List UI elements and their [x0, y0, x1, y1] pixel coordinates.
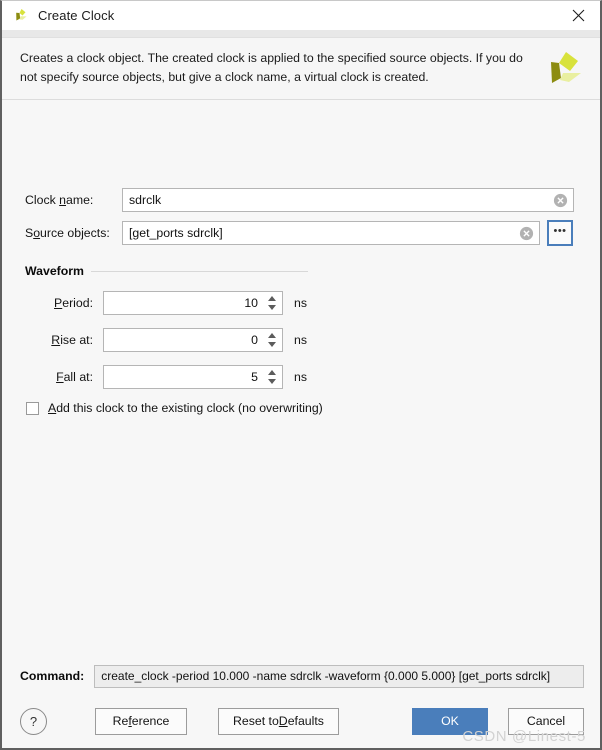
- fall-at-stepper[interactable]: [264, 366, 280, 388]
- clock-name-row: Clock name: sdrclk: [25, 188, 574, 212]
- rise-at-unit: ns: [294, 333, 307, 347]
- title-bar: Create Clock: [2, 1, 600, 30]
- period-value: 10: [244, 296, 258, 310]
- rise-at-value: 0: [251, 333, 258, 347]
- titlebar-separator: [2, 30, 600, 38]
- add-to-existing-clock-row[interactable]: Add this clock to the existing clock (no…: [26, 401, 323, 415]
- command-bar: Command: create_clock -period 10.000 -na…: [2, 658, 600, 694]
- period-label: Period:: [54, 296, 93, 310]
- help-button[interactable]: ?: [20, 707, 47, 735]
- clock-name-value: sdrclk: [129, 193, 162, 207]
- browse-source-objects-button[interactable]: •••: [547, 220, 573, 246]
- fall-at-decrement-icon[interactable]: [268, 379, 276, 384]
- rise-at-row: Rise at: 0 ns: [25, 328, 308, 352]
- period-increment-icon[interactable]: [268, 296, 276, 301]
- period-row: Period: 10 ns: [25, 291, 308, 315]
- ok-button[interactable]: OK: [412, 707, 488, 735]
- command-value: create_clock -period 10.000 -name sdrclk…: [94, 664, 584, 688]
- add-to-existing-clock-checkbox[interactable]: [26, 401, 39, 415]
- reset-to-defaults-button[interactable]: Reset to Defaults: [218, 707, 339, 735]
- source-objects-value: [get_ports sdrclk]: [129, 226, 223, 240]
- vivado-logo-icon: [13, 8, 29, 24]
- waveform-group-title: Waveform: [25, 264, 84, 278]
- window-title: Create Clock: [38, 8, 115, 23]
- source-objects-row: Source objects: [get_ports sdrclk] •••: [25, 220, 573, 246]
- fall-at-spinner[interactable]: 5: [103, 365, 283, 389]
- waveform-group: Waveform Period: 10 ns Rise at: 0 ns Fal…: [25, 264, 308, 389]
- period-unit: ns: [294, 296, 307, 310]
- reference-button[interactable]: Re f erence: [95, 707, 187, 735]
- rise-at-label: Rise at:: [51, 333, 93, 347]
- command-label: Command:: [20, 669, 85, 683]
- waveform-group-header: Waveform: [25, 264, 308, 278]
- clear-clock-name-icon[interactable]: [553, 193, 568, 208]
- dialog-body: Clock name: sdrclk Source objects: [get_…: [2, 100, 600, 658]
- rise-at-stepper[interactable]: [264, 329, 280, 351]
- fall-at-label: Fall at:: [56, 370, 93, 384]
- period-stepper[interactable]: [264, 292, 280, 314]
- add-to-existing-clock-label: Add this clock to the existing clock (no…: [48, 401, 323, 415]
- waveform-group-rule: [91, 270, 308, 272]
- clock-name-label: Clock name:: [25, 193, 94, 207]
- rise-at-increment-icon[interactable]: [268, 333, 276, 338]
- dialog-header: Creates a clock object. The created cloc…: [2, 38, 600, 100]
- rise-at-decrement-icon[interactable]: [268, 342, 276, 347]
- source-objects-label: Source objects:: [25, 226, 110, 240]
- fall-at-increment-icon[interactable]: [268, 370, 276, 375]
- period-decrement-icon[interactable]: [268, 305, 276, 310]
- period-spinner[interactable]: 10: [103, 291, 283, 315]
- dialog-footer: ? Re f erence Reset to Defaults OK Cancel …: [2, 694, 600, 748]
- xilinx-logo-icon: [544, 48, 586, 90]
- cancel-button[interactable]: Cancel: [508, 707, 584, 735]
- fall-at-value: 5: [251, 370, 258, 384]
- fall-at-row: Fall at: 5 ns: [25, 365, 308, 389]
- fall-at-unit: ns: [294, 370, 307, 384]
- dialog-description: Creates a clock object. The created cloc…: [20, 51, 523, 84]
- create-clock-dialog: Create Clock Creates a clock object. The…: [0, 0, 602, 750]
- rise-at-spinner[interactable]: 0: [103, 328, 283, 352]
- clock-name-input[interactable]: sdrclk: [122, 188, 574, 212]
- close-icon[interactable]: [556, 1, 600, 30]
- source-objects-input[interactable]: [get_ports sdrclk]: [122, 221, 540, 245]
- clear-source-objects-icon[interactable]: [519, 226, 534, 241]
